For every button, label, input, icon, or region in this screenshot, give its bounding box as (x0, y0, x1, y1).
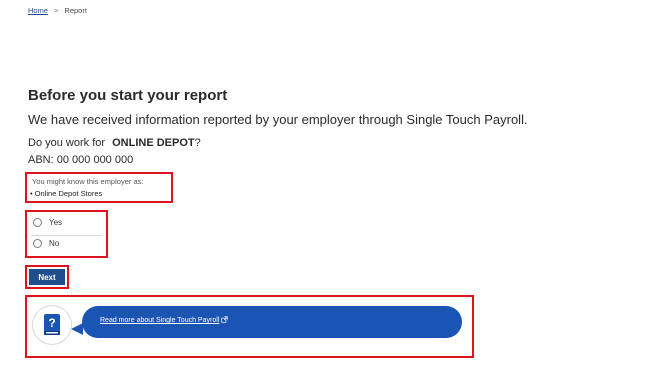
aka-label: You might know this employer as: (32, 177, 144, 186)
yes-radio[interactable] (33, 218, 42, 227)
help-book-icon: ? (33, 306, 71, 344)
no-radio[interactable] (33, 239, 42, 248)
question-prefix: Do you work for (28, 137, 106, 149)
employer-question: Do you work for ONLINE DEPOT? (28, 137, 201, 149)
employer-aka-highlight: You might know this employer as: • Onlin… (25, 172, 173, 203)
external-link-icon (221, 316, 228, 325)
abn-label: ABN: (28, 154, 54, 166)
breadcrumb: Home > Report (28, 6, 87, 15)
help-link-label: Read more about Single Touch Payroll (100, 317, 220, 324)
employer-abn: ABN: 00 000 000 000 (28, 154, 133, 166)
svg-text:?: ? (48, 316, 55, 330)
yes-label: Yes (49, 218, 63, 227)
question-suffix: ? (194, 137, 201, 149)
employer-name: ONLINE DEPOT (112, 137, 195, 149)
help-callout-highlight: Read more about Single Touch Payroll ? (25, 295, 474, 358)
report-page: Home > Report Before you start your repo… (0, 0, 650, 392)
next-button[interactable]: Next (29, 269, 65, 285)
single-touch-payroll-link[interactable]: Read more about Single Touch Payroll (100, 316, 228, 325)
breadcrumb-home-link[interactable]: Home (28, 6, 48, 15)
radio-divider (31, 235, 102, 236)
abn-value: 00 000 000 000 (56, 154, 134, 166)
breadcrumb-separator: > (54, 6, 59, 15)
next-button-highlight: Next (25, 265, 69, 289)
help-callout-tail (71, 323, 83, 335)
help-callout: Read more about Single Touch Payroll (82, 306, 462, 338)
employment-confirm-radio-group: Yes No (25, 210, 108, 258)
breadcrumb-current: Report (64, 6, 87, 15)
page-title: Before you start your report (28, 87, 228, 104)
aka-list-item: • Online Depot Stores (30, 189, 103, 198)
no-label: No (49, 239, 60, 248)
intro-text: We have received information reported by… (28, 112, 528, 127)
yes-option[interactable]: Yes (33, 218, 62, 227)
no-option[interactable]: No (33, 239, 59, 248)
